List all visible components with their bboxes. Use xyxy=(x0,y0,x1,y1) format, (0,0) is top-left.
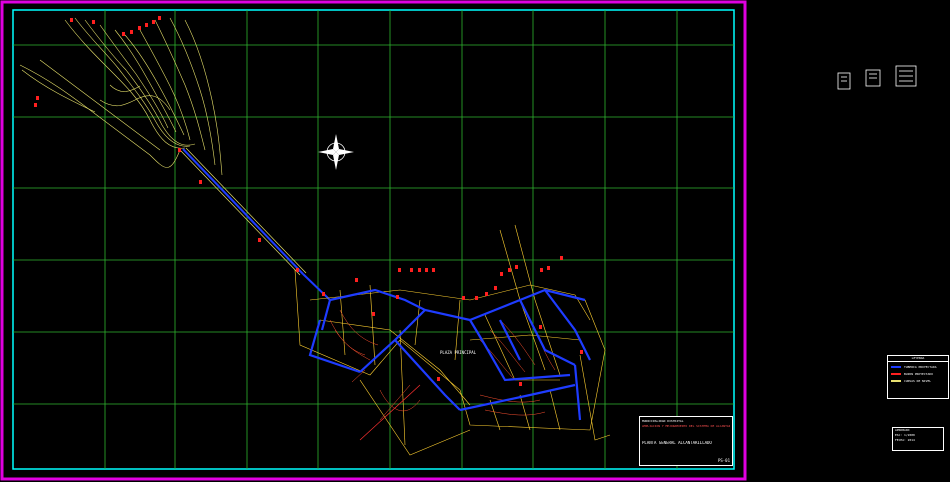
approval-stamp: APROBADO ESC: 1/2000 FECHA: 2014 xyxy=(892,427,944,451)
title-block: MUNICIPALIDAD DISTRITAL AMPLIACION Y MEJ… xyxy=(639,416,733,466)
sewer-network xyxy=(308,288,591,421)
legend-title: LEYENDA xyxy=(888,356,948,362)
institution-text: MUNICIPALIDAD DISTRITAL xyxy=(642,419,684,423)
outfall-pipe xyxy=(179,147,331,301)
legend-label: TUBERIA PROYECTADA xyxy=(904,365,937,369)
area-label: PLAZA PRINCIPAL xyxy=(440,350,477,355)
stamp-line: FECHA: 2014 xyxy=(895,438,915,442)
legend-box: LEYENDA TUBERIA PROYECTADA BUZON PROYECT… xyxy=(887,355,949,399)
cad-drawing-canvas[interactable] xyxy=(0,0,950,482)
legend-swatch xyxy=(891,366,901,368)
legend-label: CURVAS DE NIVEL xyxy=(904,379,932,383)
manhole-markers xyxy=(34,16,583,386)
project-text: AMPLIACION Y MEJORAMIENTO DEL SISTEMA DE… xyxy=(642,424,730,428)
topographic-contours xyxy=(19,17,223,176)
legend-swatch xyxy=(891,373,901,375)
legend-swatch xyxy=(891,380,901,382)
legend-item: BUZON PROYECTADO xyxy=(891,372,945,376)
legend-label: BUZON PROYECTADO xyxy=(904,372,933,376)
plan-title: PLANTA GENERAL ALCANTARILLADO xyxy=(642,441,712,445)
sheet-number: PS-01 xyxy=(717,458,730,463)
legend-item: TUBERIA PROYECTADA xyxy=(891,365,945,369)
north-arrow-icon xyxy=(318,134,354,170)
legend-item: CURVAS DE NIVEL xyxy=(891,379,945,383)
detail-blocks xyxy=(837,65,917,90)
